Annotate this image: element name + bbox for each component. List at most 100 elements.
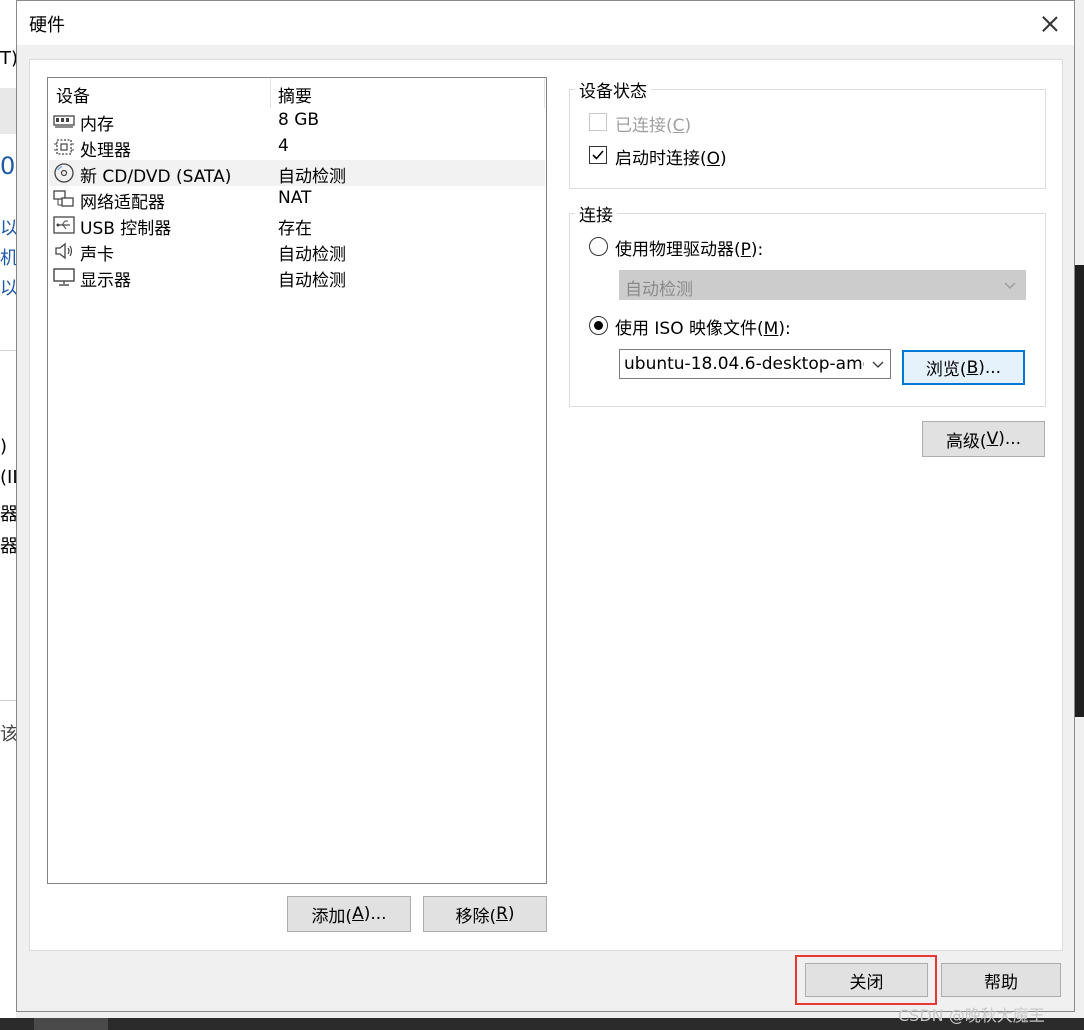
device-row-display[interactable]: 显示器 自动检测: [49, 264, 545, 291]
label-suffix: ): [684, 116, 692, 136]
column-header-summary[interactable]: 摘要: [278, 82, 312, 107]
advanced-button[interactable]: 高级(V)...: [922, 421, 1045, 457]
background-text: 以: [0, 278, 16, 299]
hardware-dialog: 硬件 设备 摘要 内存 8 GB 处理器 4 新 CD/DVD (SATA) 自…: [16, 0, 1075, 1012]
background-divider: [0, 350, 16, 351]
device-summary: 自动检测: [278, 245, 346, 265]
button-label-suffix: )...: [978, 357, 1002, 378]
mnemonic-key: O: [706, 149, 721, 169]
device-row-sound[interactable]: 声卡 自动检测: [49, 238, 545, 265]
checkmark-icon: [592, 150, 604, 160]
title-bar[interactable]: 硬件: [17, 1, 1074, 45]
background-text: 器: [0, 504, 16, 525]
device-list[interactable]: 设备 摘要 内存 8 GB 处理器 4 新 CD/DVD (SATA) 自动检测…: [47, 77, 547, 884]
connection-title: 连接: [575, 201, 617, 226]
network-adapter-icon: [53, 190, 74, 207]
background-text: 02: [0, 152, 16, 180]
processor-icon: [54, 139, 74, 155]
iso-file-radio[interactable]: [589, 316, 608, 335]
device-summary: NAT: [278, 188, 312, 208]
background-text: 机: [0, 248, 16, 269]
device-status-group: [569, 89, 1046, 189]
background-text: 器: [0, 536, 16, 557]
label-text: 启动时连接(: [615, 149, 707, 169]
connected-checkbox[interactable]: [589, 113, 607, 131]
remove-device-button[interactable]: 移除(R): [423, 896, 547, 932]
add-device-button[interactable]: 添加(A)...: [287, 896, 411, 932]
iso-file-label: 使用 ISO 映像文件(M):: [615, 314, 791, 339]
usb-icon: [53, 216, 75, 234]
physical-drive-radio[interactable]: [589, 237, 608, 256]
label-suffix: ): [720, 149, 727, 169]
device-row-network[interactable]: 网络适配器 NAT: [49, 186, 545, 213]
watermark-text: CSDN @晚秋大魔王: [898, 1006, 1045, 1025]
button-label: 添加(: [311, 906, 353, 927]
sound-card-icon: [55, 242, 73, 260]
background-text: ): [0, 436, 8, 457]
iso-file-combo[interactable]: ubuntu-18.04.6-desktop-amd6: [619, 349, 891, 379]
browse-button[interactable]: 浏览(B)...: [902, 350, 1025, 385]
device-name: 处理器: [80, 141, 131, 161]
mnemonic-key: A: [352, 904, 364, 924]
display-icon: [53, 268, 75, 286]
background-text: 以: [0, 218, 16, 239]
background-divider: [0, 700, 16, 701]
device-row-memory[interactable]: 内存 8 GB: [49, 108, 545, 135]
column-header-device[interactable]: 设备: [56, 82, 90, 107]
device-summary: 8 GB: [278, 110, 320, 130]
physical-drive-select[interactable]: 自动检测: [619, 270, 1026, 300]
device-summary: 自动检测: [278, 167, 346, 187]
close-icon[interactable]: [1033, 7, 1067, 41]
connected-label: 已连接(C): [615, 111, 691, 136]
device-name: USB 控制器: [80, 219, 172, 239]
background-text: T): [0, 48, 16, 69]
button-label: 浏览(: [925, 360, 967, 380]
device-name: 内存: [80, 115, 114, 135]
device-name: 显示器: [80, 271, 131, 291]
button-label-suffix: )...: [998, 429, 1022, 449]
device-status-title: 设备状态: [575, 77, 651, 102]
mnemonic-key: B: [966, 357, 979, 378]
highlight-box: [795, 955, 937, 1005]
background-window: T) 02 以 机 以 ) (IL 器 器 该: [0, 0, 16, 1030]
memory-icon: [53, 115, 75, 128]
cd-dvd-icon: [54, 163, 74, 183]
background-text: (IL: [0, 467, 16, 488]
mnemonic-key: R: [496, 904, 508, 924]
label-text: 使用物理驱动器(: [615, 240, 741, 260]
device-row-cd-dvd[interactable]: 新 CD/DVD (SATA) 自动检测: [49, 160, 545, 187]
connect-at-power-on-label: 启动时连接(O): [615, 144, 727, 169]
column-separator[interactable]: [544, 78, 545, 108]
device-row-usb[interactable]: USB 控制器 存在: [49, 212, 545, 239]
radio-dot: [594, 321, 603, 330]
device-row-processor[interactable]: 处理器 4: [49, 134, 545, 161]
dialog-title: 硬件: [29, 15, 65, 36]
device-name: 新 CD/DVD (SATA): [80, 167, 232, 187]
device-list-header: 设备 摘要: [48, 78, 546, 108]
chevron-down-icon[interactable]: [872, 359, 884, 369]
mnemonic-key: C: [672, 116, 685, 136]
taskbar-item[interactable]: [34, 1018, 108, 1030]
mnemonic-key: M: [763, 319, 779, 339]
label-text: 已连接(: [615, 116, 673, 136]
button-label: 高级(: [945, 431, 987, 452]
help-button[interactable]: 帮助: [941, 963, 1061, 997]
button-label-suffix: )...: [363, 904, 387, 924]
chevron-down-icon: [1004, 282, 1016, 289]
device-name: 声卡: [80, 245, 114, 265]
background-text: 该: [0, 724, 16, 745]
device-name: 网络适配器: [80, 193, 165, 213]
button-label: 移除(: [455, 906, 497, 927]
physical-drive-label: 使用物理驱动器(P):: [615, 235, 763, 260]
button-label-suffix: ): [507, 904, 515, 924]
background-band: [0, 88, 16, 134]
mnemonic-key: P: [740, 240, 751, 260]
device-summary: 自动检测: [278, 271, 346, 291]
label-suffix: ):: [778, 319, 791, 339]
background-right-edge: [1075, 265, 1084, 717]
mnemonic-key: V: [986, 429, 999, 449]
column-separator[interactable]: [270, 78, 271, 108]
connect-at-power-on-checkbox[interactable]: [589, 146, 607, 164]
iso-file-path: ubuntu-18.04.6-desktop-amd6: [624, 354, 864, 374]
label-text: 使用 ISO 映像文件(: [615, 319, 764, 339]
